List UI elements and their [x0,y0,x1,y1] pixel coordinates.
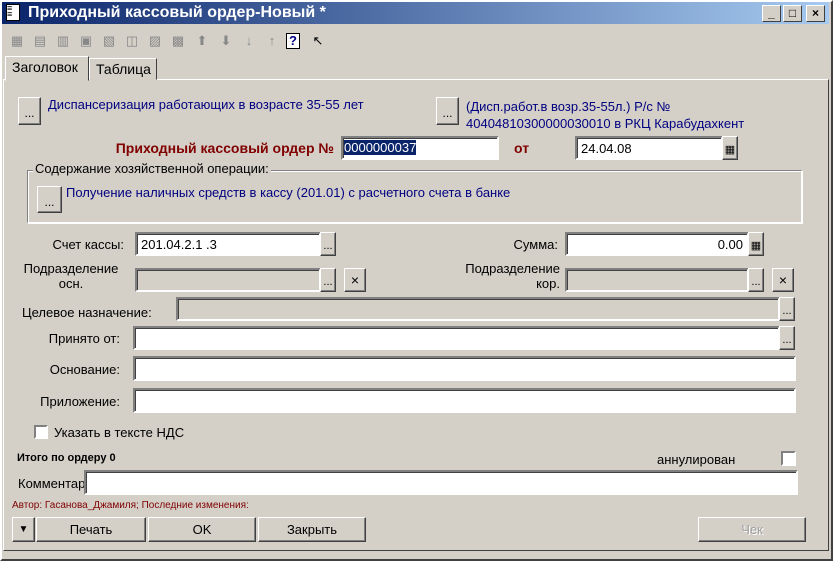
dept-corr-label-line1: Подразделение [465,261,560,276]
order-total: Итого по ордеру 0 [17,452,116,464]
sort-desc-icon[interactable]: ↑ [263,32,281,50]
sort-asc-icon[interactable]: ↓ [240,32,258,50]
help-icon[interactable]: ? [286,33,300,49]
from-label: от [514,140,530,156]
basis-label: Основание: [49,362,120,377]
dept-main-label-line1: Подразделение [23,261,119,276]
cancelled-label: аннулирован [657,452,736,467]
account-line1: (Дисп.работ.в возр.35-55л.) Р/с № [466,99,671,114]
tab-table[interactable]: Таблица [89,58,157,80]
print-button[interactable]: Печать [36,517,146,542]
sum-input[interactable]: 0.00 [565,232,749,256]
basis-input[interactable] [133,356,796,381]
received-from-label: Принято от: [48,331,120,346]
vat-label: Указать в тексте НДС [54,425,185,440]
dept-main-label: Подразделение осн. [16,261,126,291]
account-select-button[interactable]: ... [436,97,459,125]
operation-group-label: Содержание хозяйственной операции: [33,161,271,176]
date-input[interactable]: 24.04.08 [575,136,723,160]
cash-account-label: Счет кассы: [52,237,124,252]
author-info: Автор: Гасанова_Джамиля; Последние измен… [12,500,249,511]
minimize-button[interactable]: _ [762,5,781,22]
calculator-icon: ▦ [750,240,762,252]
cash-account-input[interactable]: 201.04.2.1 .3 [135,232,321,256]
received-from-select-button[interactable]: ... [779,326,795,350]
dept-corr-label-line2: кор. [536,276,560,291]
dept-corr-clear-button[interactable]: × [772,268,794,292]
sum-label: Сумма: [513,237,558,252]
dept-main-select-button[interactable]: ... [320,268,336,292]
operation-select-button[interactable]: ... [37,186,62,213]
calendar-icon: ▦ [724,144,736,156]
purpose-select-button[interactable]: ... [779,297,795,321]
cancelled-checkbox[interactable] [781,451,796,466]
delete-icon[interactable]: ▧ [100,32,118,50]
move-up-icon[interactable]: ⬆ [193,32,211,50]
title-bar: ≡ ≡ Приходный кассовый ордер-Новый * _ □ … [2,2,829,24]
receipt-button[interactable]: Чек [698,517,806,542]
dept-corr-label: Подразделение кор. [450,261,560,291]
attachment-input[interactable] [133,388,796,413]
dept-main-clear-button[interactable]: × [344,268,366,292]
close-button[interactable]: Закрыть [258,517,366,542]
purpose-input[interactable] [176,297,780,321]
tab-header[interactable]: Заголовок [5,56,89,81]
vat-checkbox[interactable] [34,425,48,439]
account-line2: 40404810300000030010 в РКЦ Карабудахкент [466,116,745,131]
mark-delete-icon[interactable]: ◫ [123,32,141,50]
comment-input[interactable] [84,470,798,495]
ok-button[interactable]: OK [148,517,256,542]
menu-dropdown-button[interactable]: ▼ [12,517,35,542]
attachment-label: Приложение: [40,394,120,409]
add-row-icon[interactable]: ▤ [31,32,49,50]
context-help-icon[interactable]: ↖ [309,32,327,50]
operation-name: Получение наличных средств в кассу (201.… [66,185,511,200]
order-number-input[interactable]: 0000000037 [341,136,499,160]
maximize-button[interactable]: □ [783,5,802,22]
move-down-icon[interactable]: ⬇ [217,32,235,50]
program-name: Диспансеризация работающих в возрасте 35… [48,97,364,112]
add-icon[interactable]: ▦ [8,32,26,50]
calculator-button[interactable]: ▦ [748,232,764,256]
document-icon: ≡ ≡ [6,4,20,21]
insert-icon[interactable]: ▩ [169,32,187,50]
copy-row-icon[interactable]: ▣ [77,32,95,50]
dept-main-input[interactable] [135,268,321,292]
dept-corr-input[interactable] [565,268,749,292]
edit-icon[interactable]: ▨ [146,32,164,50]
close-window-button[interactable]: × [806,5,825,22]
dept-main-label-line2: осн. [58,276,84,291]
dept-corr-select-button[interactable]: ... [748,268,764,292]
purpose-label: Целевое назначение: [22,305,152,320]
cash-account-select-button[interactable]: ... [320,232,336,256]
received-from-input[interactable] [133,326,780,350]
order-number-label: Приходный кассовый ордер № [115,140,334,156]
window-title: Приходный кассовый ордер-Новый * [28,4,326,21]
edit-row-icon[interactable]: ▥ [54,32,72,50]
calendar-button[interactable]: ▦ [722,136,738,160]
order-number-value: 0000000037 [344,140,417,155]
program-select-button[interactable]: ... [18,97,41,125]
